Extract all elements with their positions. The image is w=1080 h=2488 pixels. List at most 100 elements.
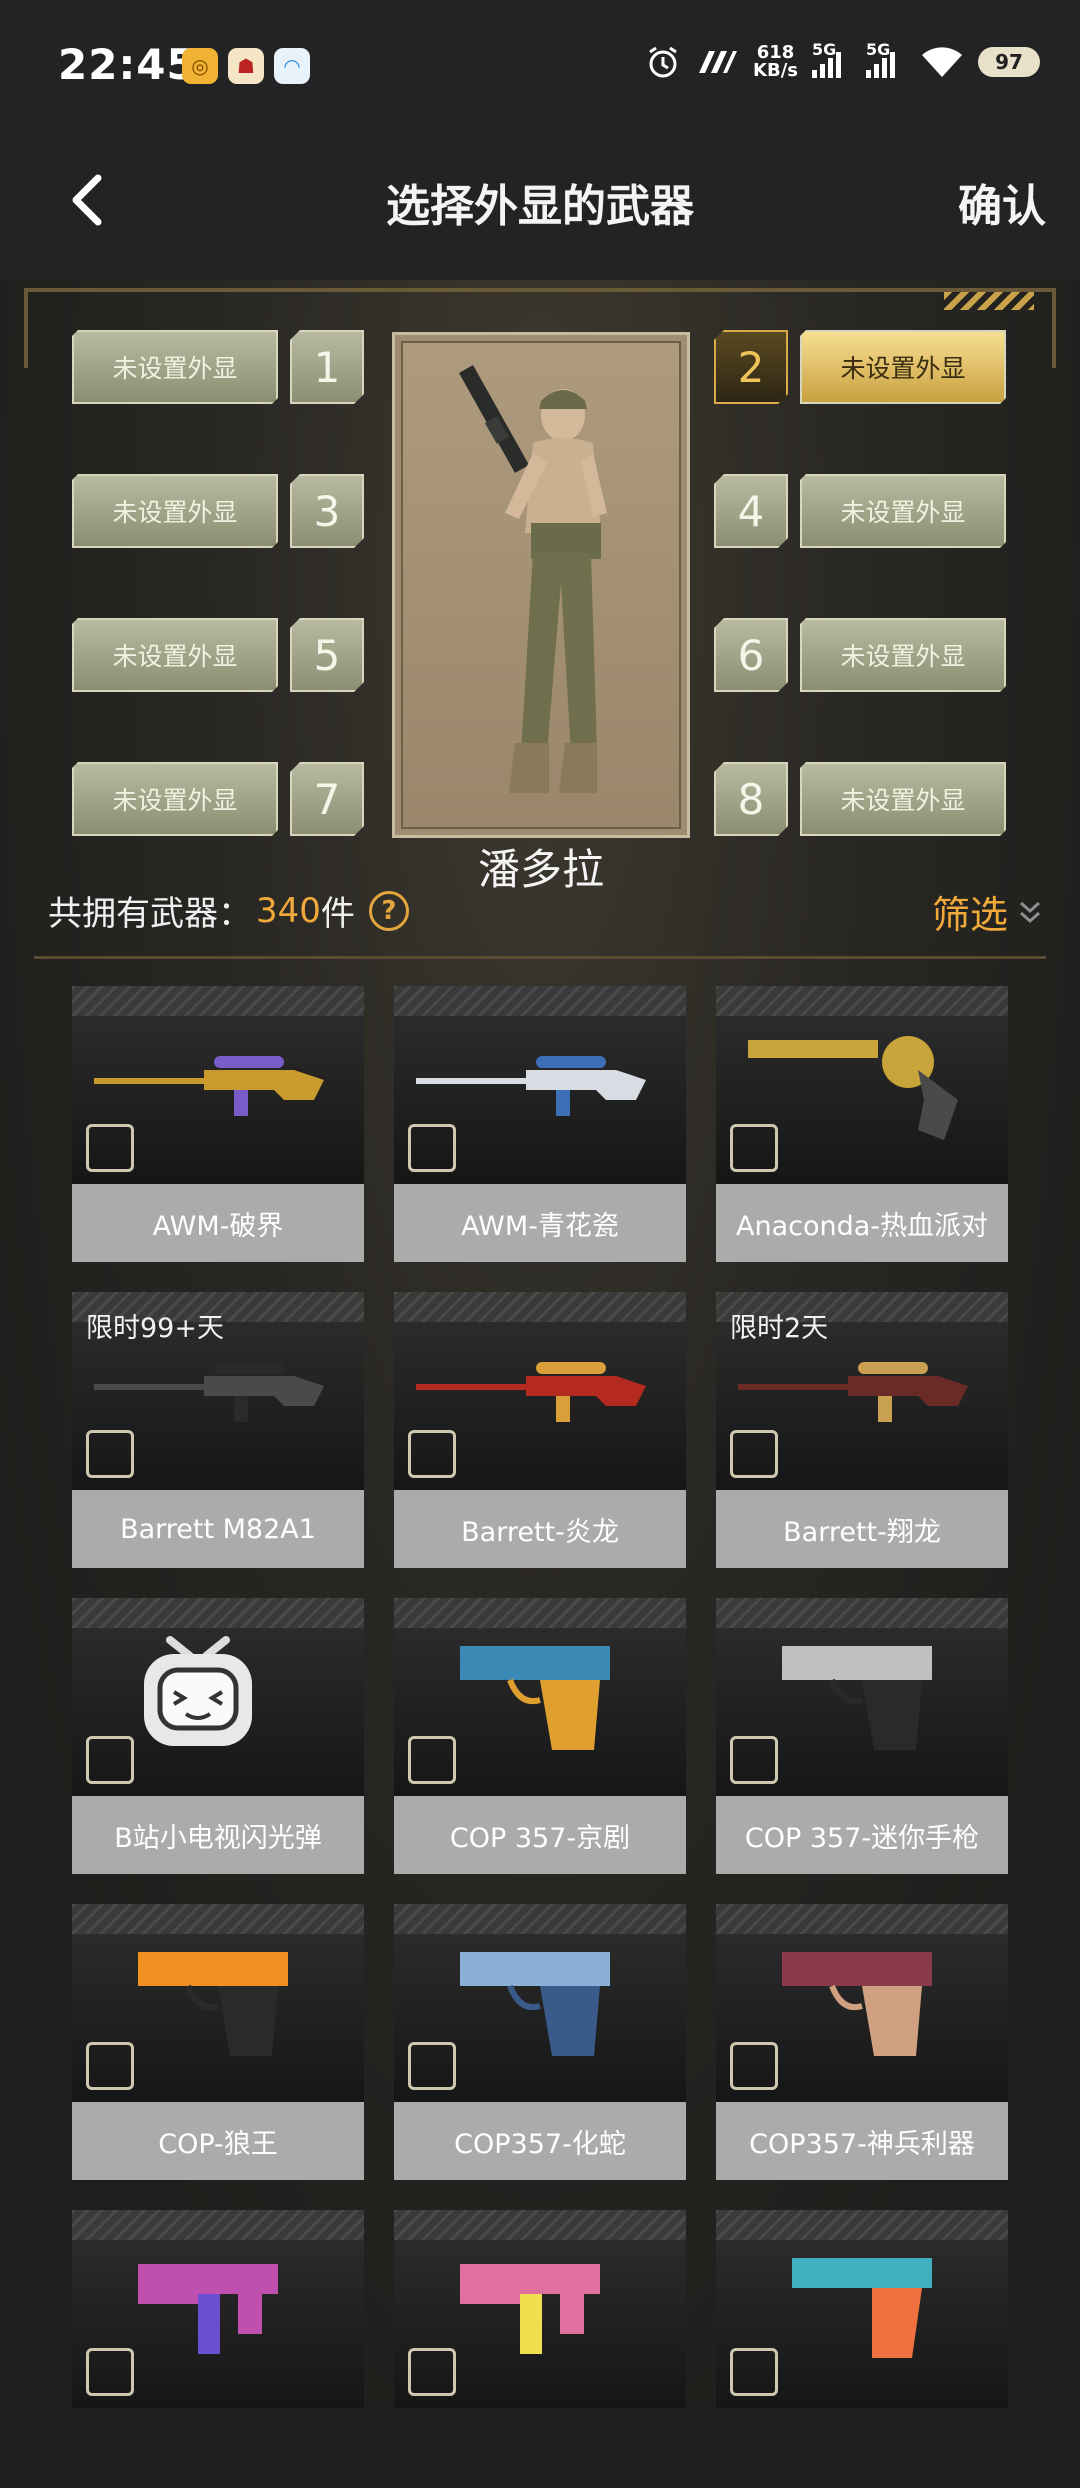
select-checkbox[interactable] (408, 2348, 456, 2396)
weapon-image: 限时99+天 (72, 1292, 364, 1490)
slot-2-number[interactable]: 2 (714, 330, 788, 404)
weapon-card[interactable] (72, 2210, 364, 2488)
battery-indicator: 97 (978, 47, 1040, 77)
weapon-card[interactable]: COP357-化蛇 (394, 1904, 686, 2182)
select-checkbox[interactable] (730, 2042, 778, 2090)
weapon-card[interactable]: Barrett-炎龙 (394, 1292, 686, 1570)
select-checkbox[interactable] (730, 1124, 778, 1172)
status-indicators: 618 KB/s 5G 5G 97 (645, 40, 1040, 81)
clock: 22:45 (58, 40, 197, 89)
weapon-image (394, 1598, 686, 1796)
filter-button[interactable]: 筛选 (932, 884, 1042, 939)
weapon-card[interactable]: AWM-破界 (72, 986, 364, 1264)
wifi-icon (922, 47, 962, 77)
weapon-display-panel: 未设置外显 1 未设置外显 3 未设置外显 5 未设置外显 7 2 未设置外显 … (0, 280, 1080, 2408)
weapon-icon (128, 2234, 308, 2378)
weapon-icon (772, 1622, 952, 1766)
weapon-card[interactable]: 限时2天 Barrett-翔龙 (716, 1292, 1008, 1570)
slot-8-number[interactable]: 8 (714, 762, 788, 836)
select-checkbox[interactable] (408, 1124, 456, 1172)
weapon-image (394, 986, 686, 1184)
weapon-icon (84, 1332, 354, 1446)
select-checkbox[interactable] (86, 1124, 134, 1172)
weapon-card[interactable]: Anaconda-热血派对 (716, 986, 1008, 1264)
weapon-icon (450, 2234, 630, 2378)
weapon-name: COP 357-迷你手枪 (716, 1796, 1008, 1874)
network-speed: 618 KB/s (753, 42, 798, 81)
weapon-image (716, 1904, 1008, 2102)
weapon-name: AWM-青花瓷 (394, 1184, 686, 1262)
slot-1-number[interactable]: 1 (290, 330, 364, 404)
select-checkbox[interactable] (408, 1430, 456, 1478)
weapon-card[interactable]: COP 357-迷你手枪 (716, 1598, 1008, 1876)
character-name: 潘多拉 (477, 845, 604, 894)
weapon-card[interactable]: AWM-青花瓷 (394, 986, 686, 1264)
app-notification-icon-2: ☗ (228, 48, 264, 84)
weapon-icon (128, 1928, 308, 2072)
weapon-name: Barrett M82A1 (72, 1490, 364, 1568)
weapon-image (72, 986, 364, 1184)
select-checkbox[interactable] (86, 1736, 134, 1784)
select-checkbox[interactable] (86, 1430, 134, 1478)
owned-number: 340 (256, 890, 321, 931)
slot-2-label[interactable]: 未设置外显 (800, 330, 1006, 404)
nfc-icon (699, 51, 738, 73)
weapon-card[interactable]: B站小电视闪光弹 (72, 1598, 364, 1876)
slot-7-number[interactable]: 7 (290, 762, 364, 836)
weapon-card[interactable]: 限时99+天 Barrett M82A1 (72, 1292, 364, 1570)
slot-5-label[interactable]: 未设置外显 (72, 618, 278, 692)
slot-6-label[interactable]: 未设置外显 (800, 618, 1006, 692)
app-notification-icon-3: ◠ (274, 48, 310, 84)
select-checkbox[interactable] (730, 1736, 778, 1784)
weapon-card[interactable]: COP-狼王 (72, 1904, 364, 2182)
weapon-name: Barrett-翔龙 (716, 1490, 1008, 1568)
alarm-icon (649, 46, 677, 78)
frame-decoration (944, 292, 1034, 310)
weapon-image (394, 1292, 686, 1490)
slot-5-number[interactable]: 5 (290, 618, 364, 692)
page-title: 选择外显的武器 (386, 181, 694, 232)
help-icon[interactable]: ? (368, 890, 409, 931)
weapon-card[interactable]: COP357-神兵利器 (716, 1904, 1008, 2182)
weapon-name: COP 357-京剧 (394, 1796, 686, 1874)
owned-unit: 件 (320, 894, 355, 934)
select-checkbox[interactable] (730, 2348, 778, 2396)
weapon-name: COP-狼王 (72, 2102, 364, 2180)
weapon-name: AWM-破界 (72, 1184, 364, 1262)
top-app-bar: 选择外显的武器 确认 (0, 130, 1080, 280)
slot-6-number[interactable]: 6 (714, 618, 788, 692)
filter-label: 筛选 (931, 893, 1008, 937)
owned-weapons-count: 共拥有武器： 340 件 ? (48, 886, 409, 935)
weapon-icon (406, 1026, 676, 1140)
weapon-image (394, 2210, 686, 2408)
weapon-card[interactable] (716, 2210, 1008, 2488)
weapon-icon (450, 1928, 630, 2072)
select-checkbox[interactable] (408, 1736, 456, 1784)
time-limit-badge: 限时99+天 (86, 1313, 224, 1344)
weapon-card[interactable] (394, 2210, 686, 2488)
owned-label: 共拥有武器： (48, 894, 252, 934)
slot-4-label[interactable]: 未设置外显 (800, 474, 1006, 548)
weapon-name: COP357-神兵利器 (716, 2102, 1008, 2180)
select-checkbox[interactable] (86, 2042, 134, 2090)
slot-8-label[interactable]: 未设置外显 (800, 762, 1006, 836)
weapon-card[interactable]: COP 357-京剧 (394, 1598, 686, 1876)
select-checkbox[interactable] (730, 1430, 778, 1478)
weapon-image (716, 1598, 1008, 1796)
weapon-image (394, 1904, 686, 2102)
confirm-button[interactable]: 确认 (958, 170, 1046, 234)
slot-3-number[interactable]: 3 (290, 474, 364, 548)
slot-1-label[interactable]: 未设置外显 (72, 330, 278, 404)
app-notification-icon-1: ◎ (182, 48, 218, 84)
notification-icons: ◎ ☗ ◠ (182, 48, 310, 84)
slot-3-label[interactable]: 未设置外显 (72, 474, 278, 548)
select-checkbox[interactable] (408, 2042, 456, 2090)
select-checkbox[interactable] (86, 2348, 134, 2396)
slot-4-number[interactable]: 4 (714, 474, 788, 548)
weapon-image (716, 986, 1008, 1184)
weapon-image (72, 1598, 364, 1796)
character-portrait (392, 332, 690, 838)
slot-7-label[interactable]: 未设置外显 (72, 762, 278, 836)
weapon-image: 限时2天 (716, 1292, 1008, 1490)
time-limit-badge: 限时2天 (730, 1313, 829, 1344)
